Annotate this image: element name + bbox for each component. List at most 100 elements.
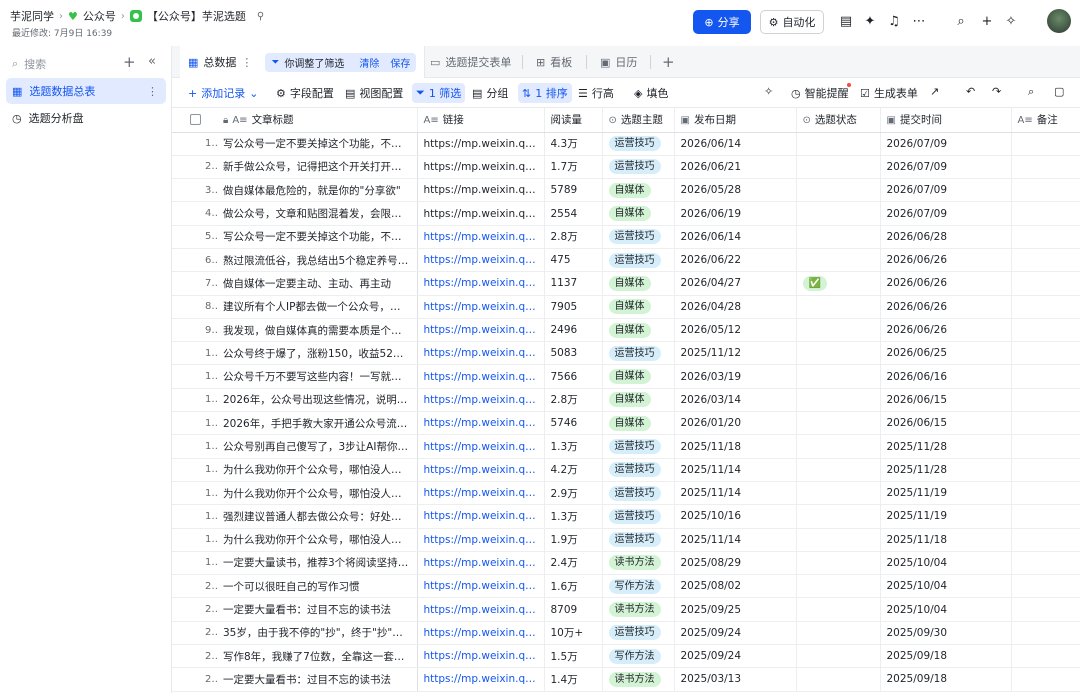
cell-pubdate[interactable]: 2025/11/18 xyxy=(674,434,797,459)
cell-title[interactable]: 为什么我劝你开个公众号，哪怕没人看... xyxy=(217,481,418,506)
cell-link[interactable]: https://mp.weixin.qq.co... xyxy=(417,597,545,622)
cell-topic[interactable]: 自媒体 xyxy=(602,178,675,203)
row-checkbox-cell[interactable] xyxy=(172,201,199,226)
bell-icon[interactable]: ♫ xyxy=(886,14,902,30)
cell-reads[interactable]: 5789 xyxy=(544,178,603,203)
cell-status[interactable] xyxy=(796,504,881,529)
cell-notes[interactable] xyxy=(1011,551,1080,576)
cell-status[interactable] xyxy=(796,295,881,319)
automation-button[interactable]: ⚙ 自动化 xyxy=(760,10,824,34)
table-row[interactable]: 17 强烈建议普通人都去做公众号：好处太多 https://mp.weixin.qq… xyxy=(172,504,1080,529)
select-all-checkbox[interactable] xyxy=(172,108,217,133)
cell-status[interactable] xyxy=(796,528,881,552)
cell-pubdate[interactable]: 2025/11/14 xyxy=(674,458,797,482)
undo-icon[interactable]: ↶ xyxy=(966,85,975,98)
cell-pubdate[interactable]: 2026/03/14 xyxy=(674,388,797,413)
row-checkbox-cell[interactable] xyxy=(172,248,199,273)
cell-submit[interactable]: 2026/06/28 xyxy=(880,225,1012,249)
cell-notes[interactable] xyxy=(1011,434,1080,459)
share-button[interactable]: ⊕ 分享 xyxy=(693,10,751,34)
cell-notes[interactable] xyxy=(1011,225,1080,249)
cell-status[interactable] xyxy=(796,434,881,459)
cell-pubdate[interactable]: 2026/06/22 xyxy=(674,248,797,273)
row-checkbox-cell[interactable] xyxy=(172,341,199,366)
table-row[interactable]: 20 一个可以很旺自己的写作习惯 https://mp.weixin.qq.co..… xyxy=(172,574,1080,599)
table-row[interactable]: 14 公众号别再自己傻写了，3步让AI帮你复... https://mp.weixi… xyxy=(172,434,1080,459)
cell-notes[interactable] xyxy=(1011,597,1080,622)
search-icon[interactable]: ⌕ xyxy=(953,14,969,30)
cell-submit[interactable]: 2026/06/26 xyxy=(880,318,1012,343)
row-checkbox-cell[interactable] xyxy=(172,411,199,436)
cell-reads[interactable]: 4.3万 xyxy=(544,132,603,156)
cell-title[interactable]: 一定要大量看书：过目不忘的读书法 xyxy=(217,667,418,692)
filter-button[interactable]: ⏷ 1 筛选 xyxy=(412,83,466,103)
table-row[interactable]: 22 35岁，由于我不停的"抄"，终于"抄"出1... https://mp.wei… xyxy=(172,621,1080,646)
table-row[interactable]: 11 公众号千万不要写这些内容！一写就限流 https://mp.weixin.qq… xyxy=(172,364,1080,389)
table-row[interactable]: 24 一定要大量看书：过目不忘的读书法 https://mp.weixin.qq.c… xyxy=(172,667,1080,692)
cell-notes[interactable] xyxy=(1011,667,1080,692)
more-icon[interactable]: ⋯ xyxy=(911,14,927,30)
share-view-icon[interactable]: ↗ xyxy=(930,85,939,98)
cell-title[interactable]: 公众号终于爆了，涨粉150，收益52，送... xyxy=(217,341,418,366)
cell-reads[interactable]: 2.8万 xyxy=(544,388,603,413)
cell-topic[interactable]: 运营技巧 xyxy=(602,132,675,156)
cell-topic[interactable]: 运营技巧 xyxy=(602,434,675,459)
cell-title[interactable]: 为什么我劝你开个公众号，哪怕没人看... xyxy=(217,528,418,552)
column-header-topic[interactable]: ⊙ 选题主题 xyxy=(602,108,675,133)
cell-submit[interactable]: 2025/09/18 xyxy=(880,667,1012,692)
cell-reads[interactable]: 4.2万 xyxy=(544,458,603,482)
cell-link[interactable]: https://mp.weixin.qq.co... xyxy=(417,225,545,249)
cell-link[interactable]: https://mp.weixin.qq.co... xyxy=(417,667,545,692)
cell-topic[interactable]: 自媒体 xyxy=(602,318,675,343)
table-row[interactable]: 16 为什么我劝你开个公众号，哪怕没人看... https://mp.weixin.… xyxy=(172,481,1080,506)
cell-pubdate[interactable]: 2026/06/21 xyxy=(674,155,797,180)
cell-title[interactable]: 为什么我劝你开个公众号，哪怕没人看... xyxy=(217,458,418,482)
cell-notes[interactable] xyxy=(1011,271,1080,296)
table-row[interactable]: 5 写公众号一定不要关掉这个功能，不然... https://mp.weixin.q… xyxy=(172,225,1080,249)
cell-title[interactable]: 35岁，由于我不停的"抄"，终于"抄"出1... xyxy=(217,621,418,646)
table-row[interactable]: 18 为什么我劝你开个公众号，哪怕没人看... https://mp.weixin.… xyxy=(172,528,1080,552)
cell-link[interactable]: https://mp.weixin.qq.co... xyxy=(417,551,545,576)
cell-submit[interactable]: 2025/09/30 xyxy=(880,621,1012,646)
row-checkbox-cell[interactable] xyxy=(172,318,199,343)
cell-link[interactable]: https://mp.weixin.qq.co... xyxy=(417,341,545,366)
cell-topic[interactable]: 自媒体 xyxy=(602,271,675,296)
cell-pubdate[interactable]: 2026/05/12 xyxy=(674,318,797,343)
cell-pubdate[interactable]: 2026/06/14 xyxy=(674,225,797,249)
cell-reads[interactable]: 1137 xyxy=(544,271,603,296)
cell-reads[interactable]: 1.4万 xyxy=(544,667,603,692)
cell-notes[interactable] xyxy=(1011,201,1080,226)
cell-reads[interactable]: 7566 xyxy=(544,364,603,389)
cell-reads[interactable]: 1.6万 xyxy=(544,574,603,599)
row-checkbox-cell[interactable] xyxy=(172,178,199,203)
cell-link[interactable]: https://mp.weixin.qq.co... xyxy=(417,434,545,459)
cell-notes[interactable] xyxy=(1011,504,1080,529)
cell-reads[interactable]: 5083 xyxy=(544,341,603,366)
cell-status[interactable] xyxy=(796,644,881,669)
cell-status[interactable] xyxy=(796,481,881,506)
ai-sparkle-icon[interactable]: ✧ xyxy=(764,85,773,98)
cell-pubdate[interactable]: 2025/03/13 xyxy=(674,667,797,692)
cell-submit[interactable]: 2025/10/04 xyxy=(880,551,1012,576)
cell-link[interactable]: https://mp.weixin.qq.co... xyxy=(417,155,545,180)
table-row[interactable]: 19 一定要大量读书，推荐3个将阅读坚持下... https://mp.weixin… xyxy=(172,551,1080,576)
smart-remind-button[interactable]: ◷ 智能提醒 xyxy=(791,85,849,101)
sparkle-icon[interactable]: ✧ xyxy=(1003,14,1019,30)
table-row[interactable]: 1 写公众号一定不要关掉这个功能，不然... https://mp.weixin.q… xyxy=(172,132,1080,156)
cell-notes[interactable] xyxy=(1011,621,1080,646)
cell-topic[interactable]: 运营技巧 xyxy=(602,528,675,552)
avatar[interactable] xyxy=(1047,9,1071,33)
cell-submit[interactable]: 2026/07/09 xyxy=(880,178,1012,203)
cell-reads[interactable]: 7905 xyxy=(544,295,603,319)
cell-reads[interactable]: 1.3万 xyxy=(544,504,603,529)
cell-pubdate[interactable]: 2025/09/25 xyxy=(674,597,797,622)
sidebar-item-data-table[interactable]: ▦ 选题数据总表 ⋮ xyxy=(6,78,166,104)
cell-pubdate[interactable]: 2025/08/02 xyxy=(674,574,797,599)
cell-notes[interactable] xyxy=(1011,178,1080,203)
cell-pubdate[interactable]: 2026/06/14 xyxy=(674,132,797,156)
plus-icon[interactable]: + xyxy=(979,14,995,30)
field-config-button[interactable]: ⚙ 字段配置 xyxy=(276,85,334,101)
table-row[interactable]: 2 新手做公众号，记得把这个开关打开，... https://mp.weixin.q… xyxy=(172,155,1080,180)
cell-status[interactable] xyxy=(796,667,881,692)
cell-notes[interactable] xyxy=(1011,458,1080,482)
